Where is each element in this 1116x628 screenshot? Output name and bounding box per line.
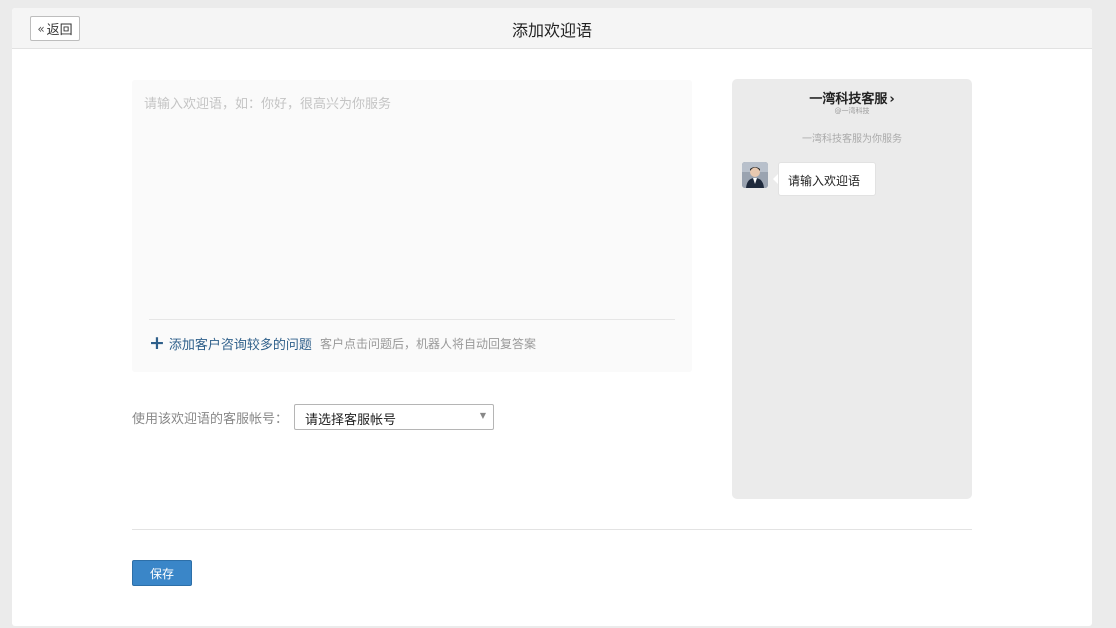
welcome-message-input[interactable] <box>132 80 692 310</box>
avatar <box>742 162 768 188</box>
account-row: 使用该欢迎语的客服帐号： 请选择客服帐号 ▼ <box>132 404 495 430</box>
chat-preview: 一湾科技客服 › @一湾科技 一湾科技客服为你服务 请输入欢迎语 <box>732 79 972 499</box>
account-label: 使用该欢迎语的客服帐号： <box>132 411 289 427</box>
account-select[interactable]: 请选择客服帐号 ▼ <box>294 404 495 430</box>
add-question-hint: 客户点击问题后，机器人将自动回复答案 <box>319 336 536 351</box>
caret-down-icon: ▼ <box>479 411 487 420</box>
add-question-link[interactable]: + 添加客户咨询较多的问题 <box>149 331 312 354</box>
chevron-right-icon: › <box>889 92 895 107</box>
avatar-image <box>742 162 768 188</box>
account-select-value: 请选择客服帐号 <box>305 413 397 428</box>
preview-bubble: 请输入欢迎语 <box>778 162 876 196</box>
page-title: 添加欢迎语 <box>511 21 592 40</box>
page-header: « 返回 添加欢迎语 <box>12 8 1092 49</box>
editor-divider <box>149 319 675 320</box>
preview-name-text: 一湾科技客服 <box>809 92 888 107</box>
plus-icon: + <box>149 331 165 354</box>
welcome-editor: + 添加客户咨询较多的问题 客户点击问题后，机器人将自动回复答案 <box>132 80 692 372</box>
preview-subtitle: @一湾科技 <box>834 107 870 115</box>
preview-note: 一湾科技客服为你服务 <box>802 134 902 145</box>
footer-divider <box>132 529 972 530</box>
add-question-label: 添加客户咨询较多的问题 <box>168 337 312 353</box>
main-card: « 返回 添加欢迎语 + 添加客户咨询较多的问题 客户点击问题后，机器人将自动回… <box>12 8 1092 626</box>
save-button[interactable]: 保存 <box>132 560 192 586</box>
preview-account-name: 一湾科技客服 › <box>732 88 972 107</box>
add-question-row: + 添加客户咨询较多的问题 客户点击问题后，机器人将自动回复答案 <box>149 333 536 353</box>
